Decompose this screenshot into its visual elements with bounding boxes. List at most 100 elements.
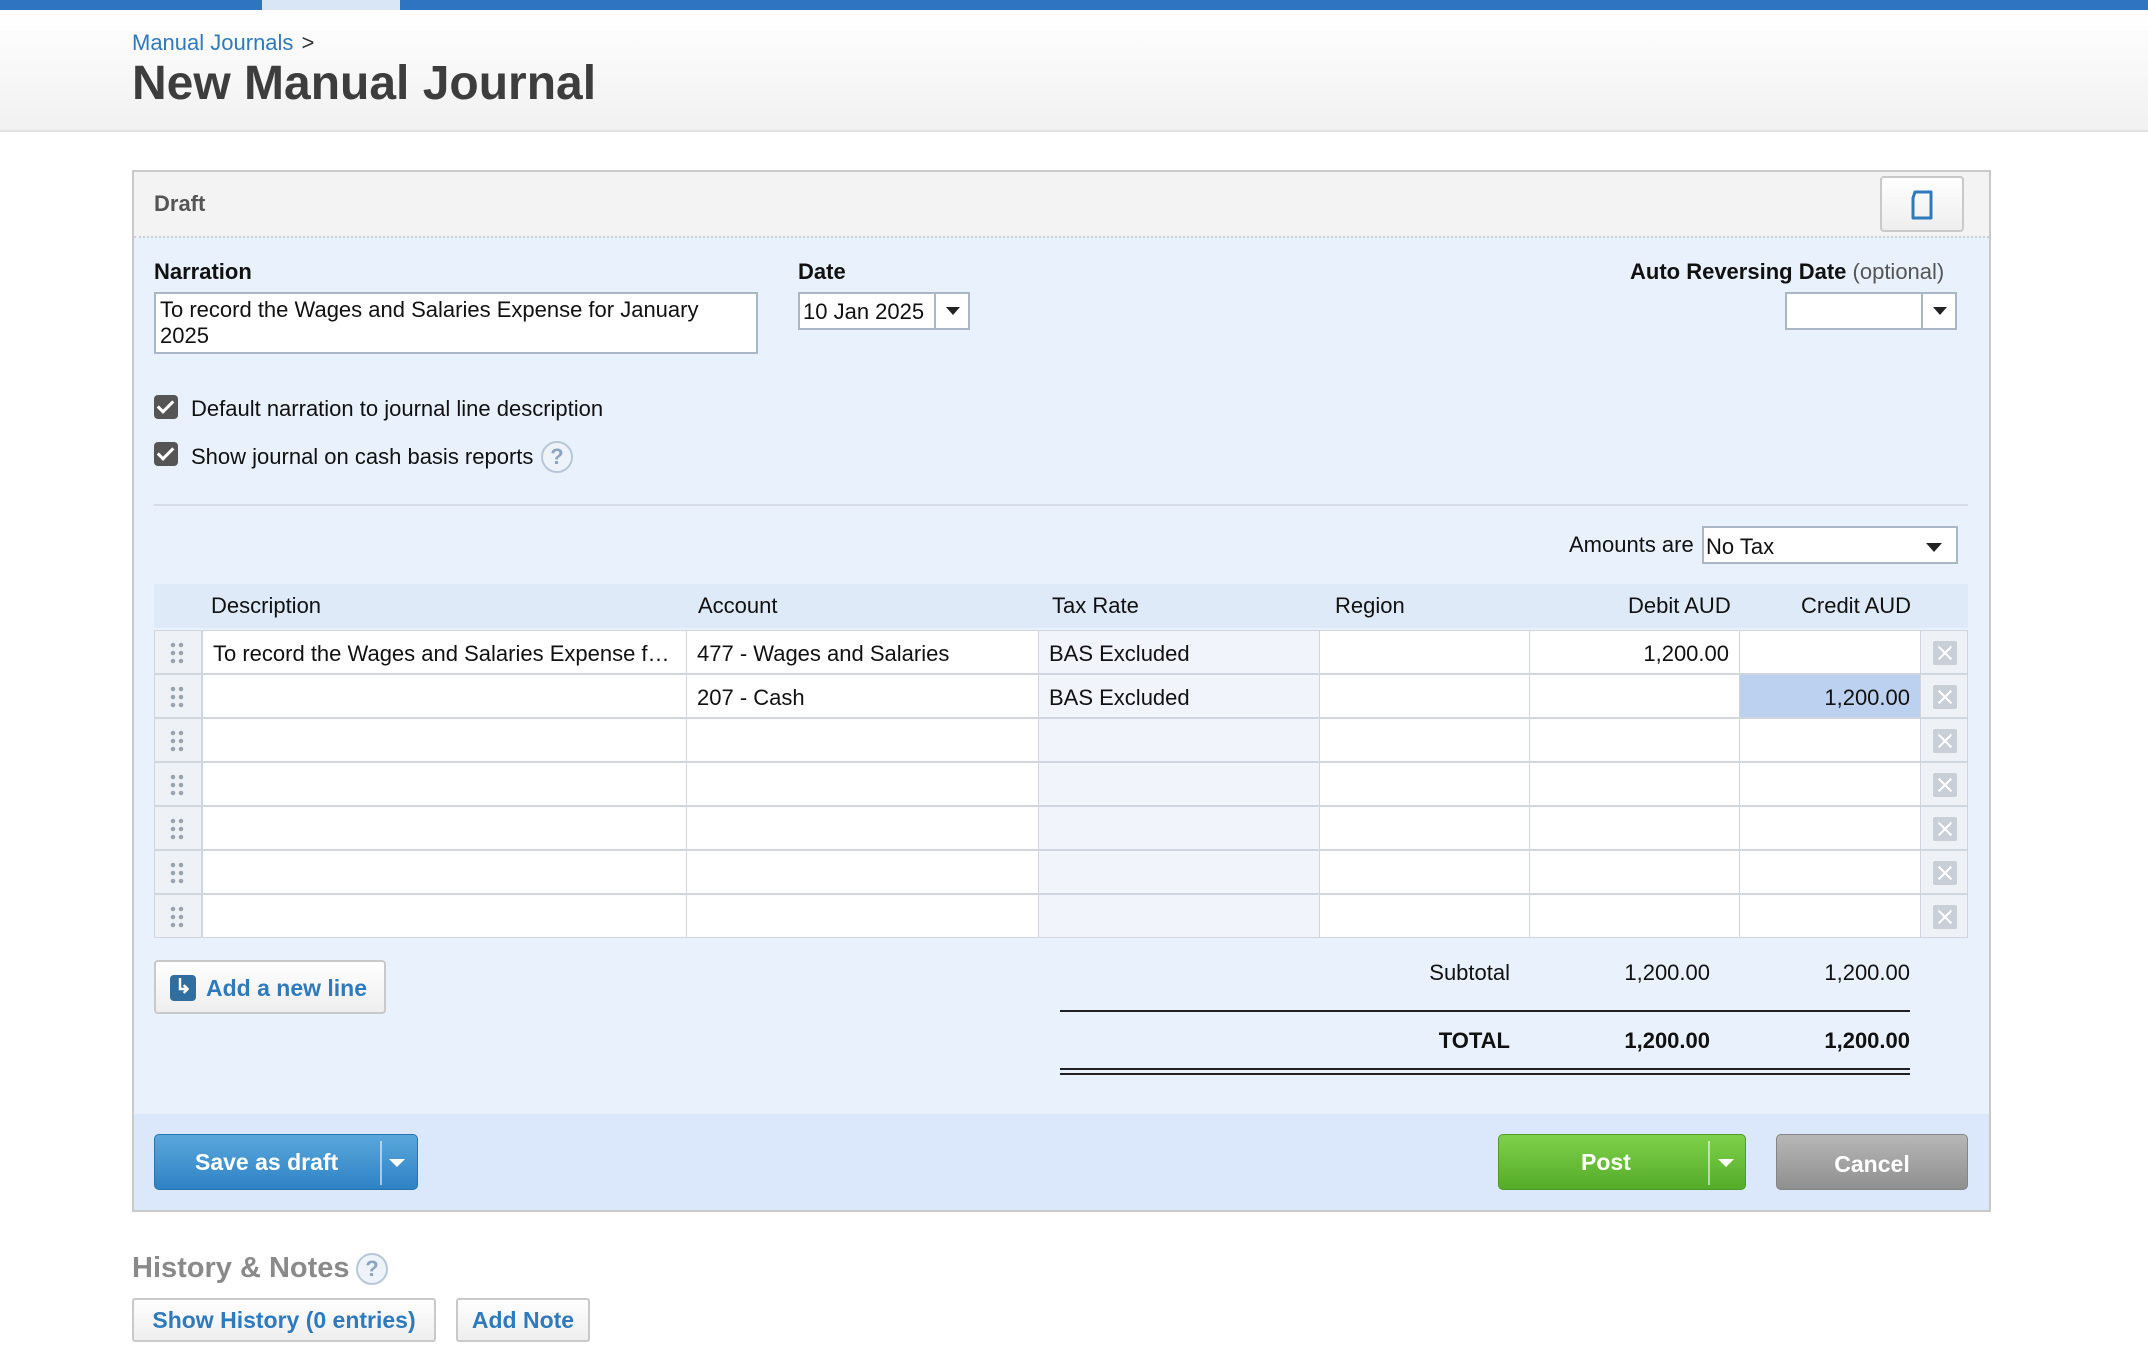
subtotal-credit: 1,200.00 bbox=[1824, 960, 1910, 985]
account-cell[interactable]: 207 - Cash bbox=[686, 674, 1039, 718]
totals-rule bbox=[1060, 1010, 1910, 1012]
row-handle[interactable] bbox=[154, 718, 202, 762]
credit-cell[interactable]: 1,200.00 bbox=[1739, 674, 1921, 718]
description-cell[interactable] bbox=[202, 850, 687, 894]
show-history-button[interactable]: Show History (0 entries) bbox=[132, 1298, 436, 1342]
document-button[interactable] bbox=[1880, 176, 1964, 232]
document-icon bbox=[1911, 190, 1933, 220]
delete-row-button[interactable] bbox=[1920, 630, 1968, 674]
default-narration-checkbox[interactable] bbox=[154, 395, 178, 419]
total-debit: 1,200.00 bbox=[1624, 1028, 1710, 1053]
add-line-icon bbox=[170, 974, 196, 1001]
description-cell[interactable] bbox=[202, 762, 687, 806]
breadcrumb: Manual Journals > bbox=[132, 30, 314, 56]
tax-rate-cell[interactable] bbox=[1038, 762, 1320, 806]
region-cell[interactable] bbox=[1319, 674, 1530, 718]
region-cell[interactable] bbox=[1319, 894, 1530, 938]
cancel-button[interactable]: Cancel bbox=[1776, 1134, 1968, 1190]
chevron-down-icon[interactable] bbox=[389, 1159, 405, 1167]
row-handle[interactable] bbox=[154, 630, 202, 674]
region-cell[interactable] bbox=[1319, 762, 1530, 806]
narration-input[interactable]: To record the Wages and Salaries Expense… bbox=[154, 292, 758, 354]
cash-basis-checkbox[interactable] bbox=[154, 442, 178, 466]
credit-cell[interactable] bbox=[1739, 894, 1921, 938]
add-new-line-label: Add a new line bbox=[206, 975, 368, 1001]
split-divider bbox=[380, 1141, 382, 1185]
post-button[interactable]: Post bbox=[1498, 1134, 1746, 1190]
tax-rate-cell[interactable] bbox=[1038, 718, 1320, 762]
account-cell[interactable] bbox=[686, 762, 1039, 806]
debit-cell[interactable] bbox=[1529, 762, 1740, 806]
delete-row-icon bbox=[1933, 817, 1957, 841]
delete-row-icon bbox=[1933, 861, 1957, 885]
breadcrumb-link-manual-journals[interactable]: Manual Journals bbox=[132, 30, 293, 55]
help-icon[interactable]: ? bbox=[541, 441, 573, 473]
delete-row-button[interactable] bbox=[1920, 762, 1968, 806]
description-cell[interactable] bbox=[202, 806, 687, 850]
totals-double-rule-bottom bbox=[1060, 1073, 1910, 1075]
tax-rate-cell[interactable]: BAS Excluded bbox=[1038, 674, 1320, 718]
description-cell[interactable] bbox=[202, 674, 687, 718]
region-cell[interactable] bbox=[1319, 850, 1530, 894]
credit-cell[interactable] bbox=[1739, 850, 1921, 894]
tax-rate-cell[interactable] bbox=[1038, 894, 1320, 938]
tax-rate-cell[interactable] bbox=[1038, 850, 1320, 894]
delete-row-button[interactable] bbox=[1920, 894, 1968, 938]
amounts-are-select[interactable]: No Tax bbox=[1702, 526, 1958, 564]
save-as-draft-button[interactable]: Save as draft bbox=[154, 1134, 418, 1190]
help-icon[interactable]: ? bbox=[356, 1253, 388, 1285]
chevron-down-icon[interactable] bbox=[1718, 1159, 1734, 1167]
description-cell[interactable] bbox=[202, 894, 687, 938]
row-handle[interactable] bbox=[154, 850, 202, 894]
column-header-region: Region bbox=[1335, 593, 1405, 618]
debit-cell[interactable] bbox=[1529, 674, 1740, 718]
delete-row-button[interactable] bbox=[1920, 718, 1968, 762]
credit-cell[interactable] bbox=[1739, 762, 1921, 806]
drag-handle-icon bbox=[169, 685, 185, 709]
date-picker-toggle[interactable] bbox=[934, 294, 968, 328]
region-cell[interactable] bbox=[1319, 718, 1530, 762]
delete-row-button[interactable] bbox=[1920, 850, 1968, 894]
debit-cell[interactable] bbox=[1529, 718, 1740, 762]
description-cell[interactable]: To record the Wages and Salaries Expense… bbox=[202, 630, 687, 674]
row-handle[interactable] bbox=[154, 762, 202, 806]
delete-row-icon bbox=[1933, 905, 1957, 929]
tax-rate-cell[interactable] bbox=[1038, 806, 1320, 850]
tax-rate-cell[interactable]: BAS Excluded bbox=[1038, 630, 1320, 674]
debit-cell[interactable] bbox=[1529, 850, 1740, 894]
add-new-line-button[interactable]: Add a new line bbox=[154, 960, 386, 1014]
default-narration-label: Default narration to journal line descri… bbox=[191, 396, 604, 421]
debit-cell[interactable]: 1,200.00 bbox=[1529, 630, 1740, 674]
row-handle[interactable] bbox=[154, 806, 202, 850]
region-cell[interactable] bbox=[1319, 806, 1530, 850]
add-note-button[interactable]: Add Note bbox=[456, 1298, 590, 1342]
region-cell[interactable] bbox=[1319, 630, 1530, 674]
credit-cell[interactable] bbox=[1739, 630, 1921, 674]
status-label: Draft bbox=[154, 191, 206, 216]
total-credit: 1,200.00 bbox=[1824, 1028, 1910, 1053]
account-cell[interactable] bbox=[686, 850, 1039, 894]
debit-cell[interactable] bbox=[1529, 806, 1740, 850]
auto-reversing-date-input[interactable] bbox=[1785, 292, 1957, 330]
save-as-draft-label: Save as draft bbox=[195, 1149, 339, 1175]
debit-cell[interactable] bbox=[1529, 894, 1740, 938]
auto-reversing-picker-toggle[interactable] bbox=[1921, 294, 1955, 328]
description-cell[interactable] bbox=[202, 718, 687, 762]
account-cell[interactable] bbox=[686, 894, 1039, 938]
credit-cell[interactable] bbox=[1739, 806, 1921, 850]
row-handle[interactable] bbox=[154, 674, 202, 718]
drag-handle-icon bbox=[169, 729, 185, 753]
account-cell[interactable]: 477 - Wages and Salaries bbox=[686, 630, 1039, 674]
account-cell[interactable] bbox=[686, 718, 1039, 762]
table-row bbox=[154, 762, 1968, 806]
drag-handle-icon bbox=[169, 773, 185, 797]
account-cell[interactable] bbox=[686, 806, 1039, 850]
delete-row-button[interactable] bbox=[1920, 674, 1968, 718]
delete-row-button[interactable] bbox=[1920, 806, 1968, 850]
drag-handle-icon bbox=[169, 817, 185, 841]
table-row bbox=[154, 718, 1968, 762]
drag-handle-icon bbox=[169, 905, 185, 929]
credit-cell[interactable] bbox=[1739, 718, 1921, 762]
row-handle[interactable] bbox=[154, 894, 202, 938]
date-input[interactable]: 10 Jan 2025 bbox=[798, 292, 970, 330]
